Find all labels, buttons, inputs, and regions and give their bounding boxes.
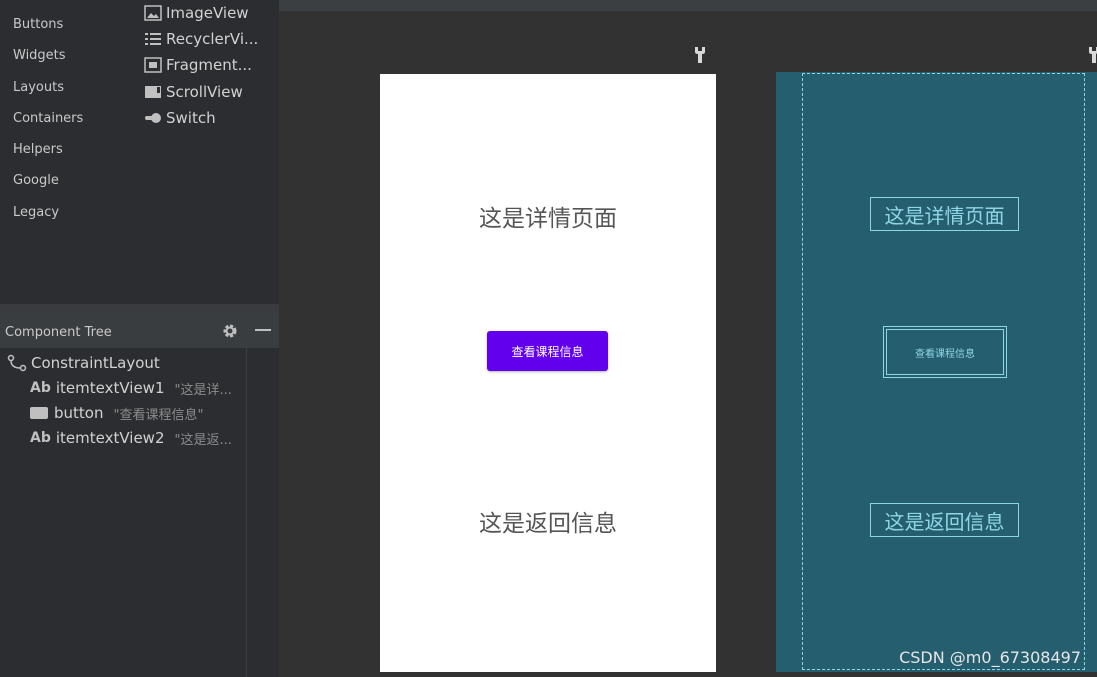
fragment-icon [144,57,162,73]
minimize-icon[interactable] [255,329,271,331]
tree-node-hint: "这是返... [174,432,232,448]
tree-divider [246,348,247,677]
wrench-icon[interactable] [694,46,706,64]
palette-category-helpers[interactable]: Helpers [13,142,63,157]
palette-item-label: ScrollView [166,83,243,101]
palette-item-imageview[interactable]: ImageView [144,2,249,24]
watermark: CSDN @m0_67308497 [899,648,1081,667]
tree-node-itemtextview2[interactable]: Ab itemtextView2 "这是返... [30,427,232,449]
tree-node-hint: "这是详... [174,382,232,398]
palette-category-layouts[interactable]: Layouts [13,80,64,95]
switch-icon [144,110,162,126]
blueprint-itemtextview1[interactable]: 这是详情页面 [870,197,1019,231]
palette-item-switch[interactable]: Switch [144,107,216,129]
preview-itemtextview1[interactable]: 这是详情页面 [380,199,716,233]
palette-item-label: Fragment... [166,56,252,74]
tree-node-label: itemtextView2 [55,429,165,447]
textview-icon: Ab [30,380,51,396]
palette-item-label: RecyclerVi... [166,30,259,48]
palette-item-fragment[interactable]: Fragment... [144,54,252,76]
tree-node-label: ConstraintLayout [31,354,160,372]
palette-item-label: Switch [166,109,216,127]
scrollview-icon [144,84,162,100]
palette-category-buttons[interactable]: Buttons [13,17,63,32]
design-preview[interactable]: 这是详情页面 查看课程信息 这是返回信息 [380,74,716,672]
panel-splitter[interactable] [0,304,279,314]
preview-button[interactable]: 查看课程信息 [487,331,608,371]
textview-icon: Ab [30,430,51,446]
blueprint-preview[interactable]: 这是详情页面 查看课程信息 这是返回信息 [776,72,1097,672]
preview-itemtextview2[interactable]: 这是返回信息 [380,504,716,538]
canvas-toolbar [279,0,1097,11]
palette-item-label: ImageView [166,4,249,22]
tree-node-label: itemtextView1 [55,379,165,397]
tree-node-constraintlayout[interactable]: ConstraintLayout [7,352,160,374]
blueprint-itemtextview2[interactable]: 这是返回信息 [870,503,1019,537]
tree-node-button[interactable]: button "查看课程信息" [30,402,203,424]
palette-category-containers[interactable]: Containers [13,111,83,126]
palette-panel: Buttons Widgets Layouts Containers Helpe… [0,0,279,304]
constraint-layout-icon [7,354,27,372]
palette-item-scrollview[interactable]: ScrollView [144,81,243,103]
palette-category-widgets[interactable]: Widgets [13,48,66,63]
palette-category-legacy[interactable]: Legacy [13,205,59,220]
button-icon [30,406,48,420]
tree-node-hint: "查看课程信息" [113,407,204,423]
blueprint-button-inner [886,329,1004,375]
gear-icon[interactable] [221,322,239,340]
list-icon [144,31,162,47]
palette-category-google[interactable]: Google [13,173,59,188]
blueprint-button[interactable]: 查看课程信息 [883,326,1007,378]
tree-node-itemtextview1[interactable]: Ab itemtextView1 "这是详... [30,377,232,399]
wrench-icon[interactable] [1088,46,1097,64]
tree-node-label: button [54,404,104,422]
image-icon [144,5,162,21]
component-tree-title: Component Tree [5,325,112,340]
palette-item-recyclerview[interactable]: RecyclerVi... [144,28,258,50]
